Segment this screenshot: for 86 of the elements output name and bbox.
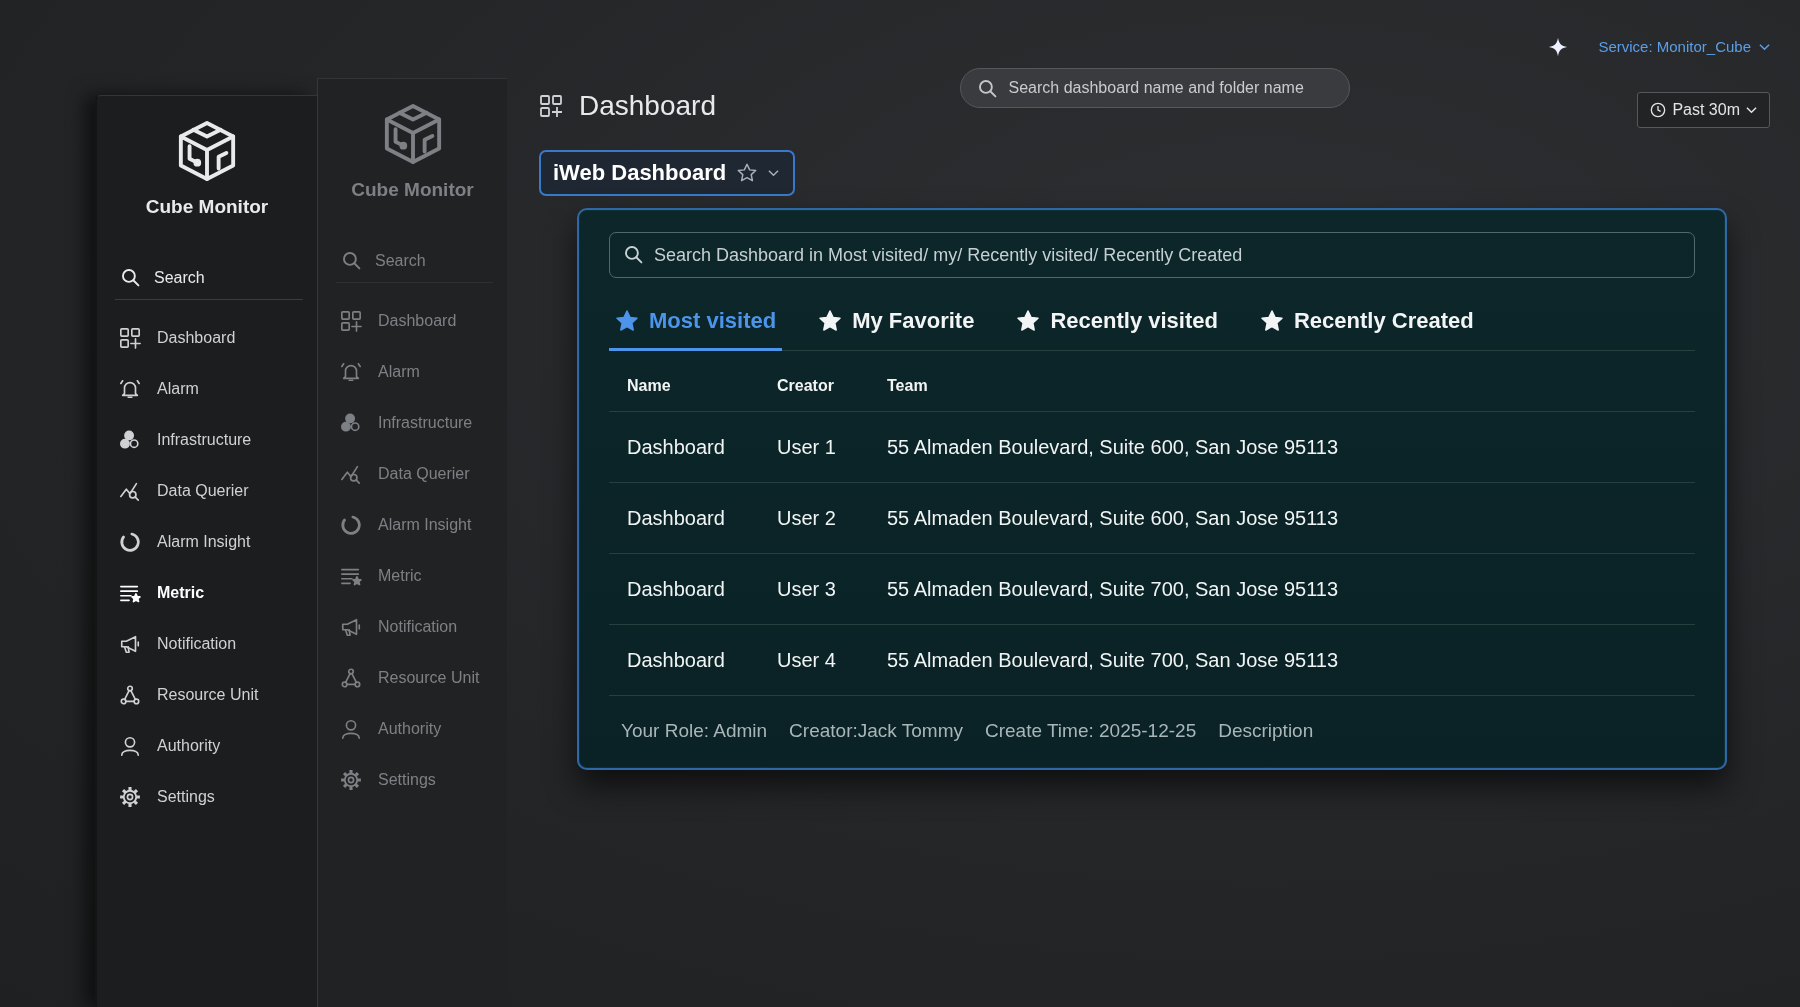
grid-icon	[340, 309, 362, 332]
nav-item[interactable]: Infrastructure	[119, 414, 317, 465]
nav-item[interactable]: Metric	[119, 567, 317, 618]
nav-item[interactable]: Alarm	[340, 346, 507, 397]
circles-icon	[119, 428, 141, 451]
person-icon	[119, 734, 141, 757]
star-icon	[818, 309, 843, 333]
nav-item[interactable]: Resource Unit	[340, 652, 507, 703]
info-text: Your Role: Admin	[621, 720, 768, 742]
nav-item[interactable]: Settings	[119, 771, 317, 822]
circles-icon	[340, 411, 362, 434]
person-icon	[340, 717, 362, 740]
nav-item[interactable]: Data Querier	[119, 465, 317, 516]
time-range-selector[interactable]: Past 30m	[1637, 92, 1770, 128]
nav-item[interactable]: Notification	[119, 618, 317, 669]
nodes-icon	[340, 666, 362, 689]
table-cell-text: Dashboard	[627, 648, 726, 672]
table-cell-text: User 4	[777, 648, 837, 672]
search-field[interactable]: Search	[115, 268, 303, 300]
cube-icon	[176, 120, 238, 182]
table-cell-text: User 1	[777, 435, 837, 459]
column-header: Name	[627, 377, 672, 395]
chevron-down-icon	[1759, 42, 1770, 51]
tab[interactable]: Most visited	[609, 300, 783, 351]
bell-icon	[340, 360, 362, 383]
table-cell-text: Dashboard	[627, 506, 726, 530]
page-title: Dashboard	[579, 90, 716, 122]
nav-item[interactable]: Metric	[340, 550, 507, 601]
search-icon	[121, 268, 140, 287]
nav-item[interactable]: Dashboard	[340, 295, 507, 346]
nav-item[interactable]: Notification	[340, 601, 507, 652]
nav-item[interactable]: Alarm Insight	[340, 499, 507, 550]
search-field[interactable]: Search Dashboard in Most visited/ my/ Recently visited/ Recently Created	[609, 232, 1695, 278]
brand-name: Cube Monitor	[145, 196, 269, 218]
nav-item[interactable]: Alarm Insight	[119, 516, 317, 567]
service-selector[interactable]: Service: Monitor_Cube	[1598, 34, 1770, 59]
grid-icon	[119, 326, 141, 349]
table-row[interactable]: Dashboard User 1 55 Almaden Boulevard, Suite 600, San Jose 95113	[609, 412, 1695, 483]
table-cell-text: 55 Almaden Boulevard, Suite 700, San Jose 95113	[887, 648, 1340, 672]
star-icon	[1259, 309, 1284, 333]
tab[interactable]: Recently Created	[1253, 300, 1480, 351]
ring-icon	[119, 530, 141, 553]
brand-name: Cube Monitor	[351, 179, 474, 201]
search-field[interactable]: Search	[336, 251, 493, 283]
search-field[interactable]: Search dashboard name and folder name	[959, 68, 1350, 108]
table-cell-text: User 3	[777, 577, 837, 601]
nav-item[interactable]: Authority	[119, 720, 317, 771]
nodes-icon	[119, 683, 141, 706]
search-icon	[624, 245, 643, 264]
nav-item[interactable]: Settings	[340, 754, 507, 805]
chevron-down-icon	[1746, 106, 1757, 114]
nav-item[interactable]: Data Querier	[340, 448, 507, 499]
clock-icon	[1650, 102, 1667, 118]
grid-icon	[539, 94, 563, 118]
table-cell-text: Dashboard	[627, 577, 726, 601]
search-icon	[342, 251, 361, 270]
nav-item[interactable]: Authority	[340, 703, 507, 754]
table-row[interactable]: Dashboard User 2 55 Almaden Boulevard, Suite 600, San Jose 95113	[609, 483, 1695, 554]
tab[interactable]: My Favorite	[812, 300, 981, 351]
tab[interactable]: Recently visited	[1010, 300, 1224, 351]
info-text: Creator:Jack Tommy	[789, 720, 963, 742]
settings-icon	[119, 785, 141, 808]
column-header: Creator	[777, 377, 835, 395]
nav-item[interactable]: Alarm	[119, 363, 317, 414]
nav-item[interactable]: Dashboard	[119, 312, 317, 363]
info-text: Description	[1218, 720, 1314, 742]
table-cell-text: Dashboard	[627, 435, 726, 459]
nav-item[interactable]: Infrastructure	[340, 397, 507, 448]
table-row[interactable]: Dashboard User 3 55 Almaden Boulevard, Suite 700, San Jose 95113	[609, 554, 1695, 625]
star-icon[interactable]	[736, 162, 759, 184]
table-cell-text: 55 Almaden Boulevard, Suite 700, San Jose 95113	[887, 577, 1340, 601]
chevron-down-icon	[768, 169, 780, 177]
bell-icon	[119, 377, 141, 400]
nav-item[interactable]: Resource Unit	[119, 669, 317, 720]
star-icon	[1016, 309, 1041, 333]
settings-icon	[340, 768, 362, 791]
search-icon	[977, 79, 997, 98]
table-cell-text: 55 Almaden Boulevard, Suite 600, San Jose 95113	[887, 506, 1340, 530]
info-text: Create Time: 2025-12-25	[984, 720, 1197, 742]
column-header: Team	[887, 377, 929, 395]
dashboard-selector[interactable]: iWeb Dashboard	[539, 150, 796, 196]
table-row[interactable]: Dashboard User 4 55 Almaden Boulevard, Suite 700, San Jose 95113	[609, 625, 1695, 696]
ring-icon	[340, 513, 362, 536]
star-icon	[615, 309, 639, 333]
table-cell-text: 55 Almaden Boulevard, Suite 600, San Jose 95113	[887, 435, 1340, 459]
table-cell-text: User 2	[777, 506, 837, 530]
